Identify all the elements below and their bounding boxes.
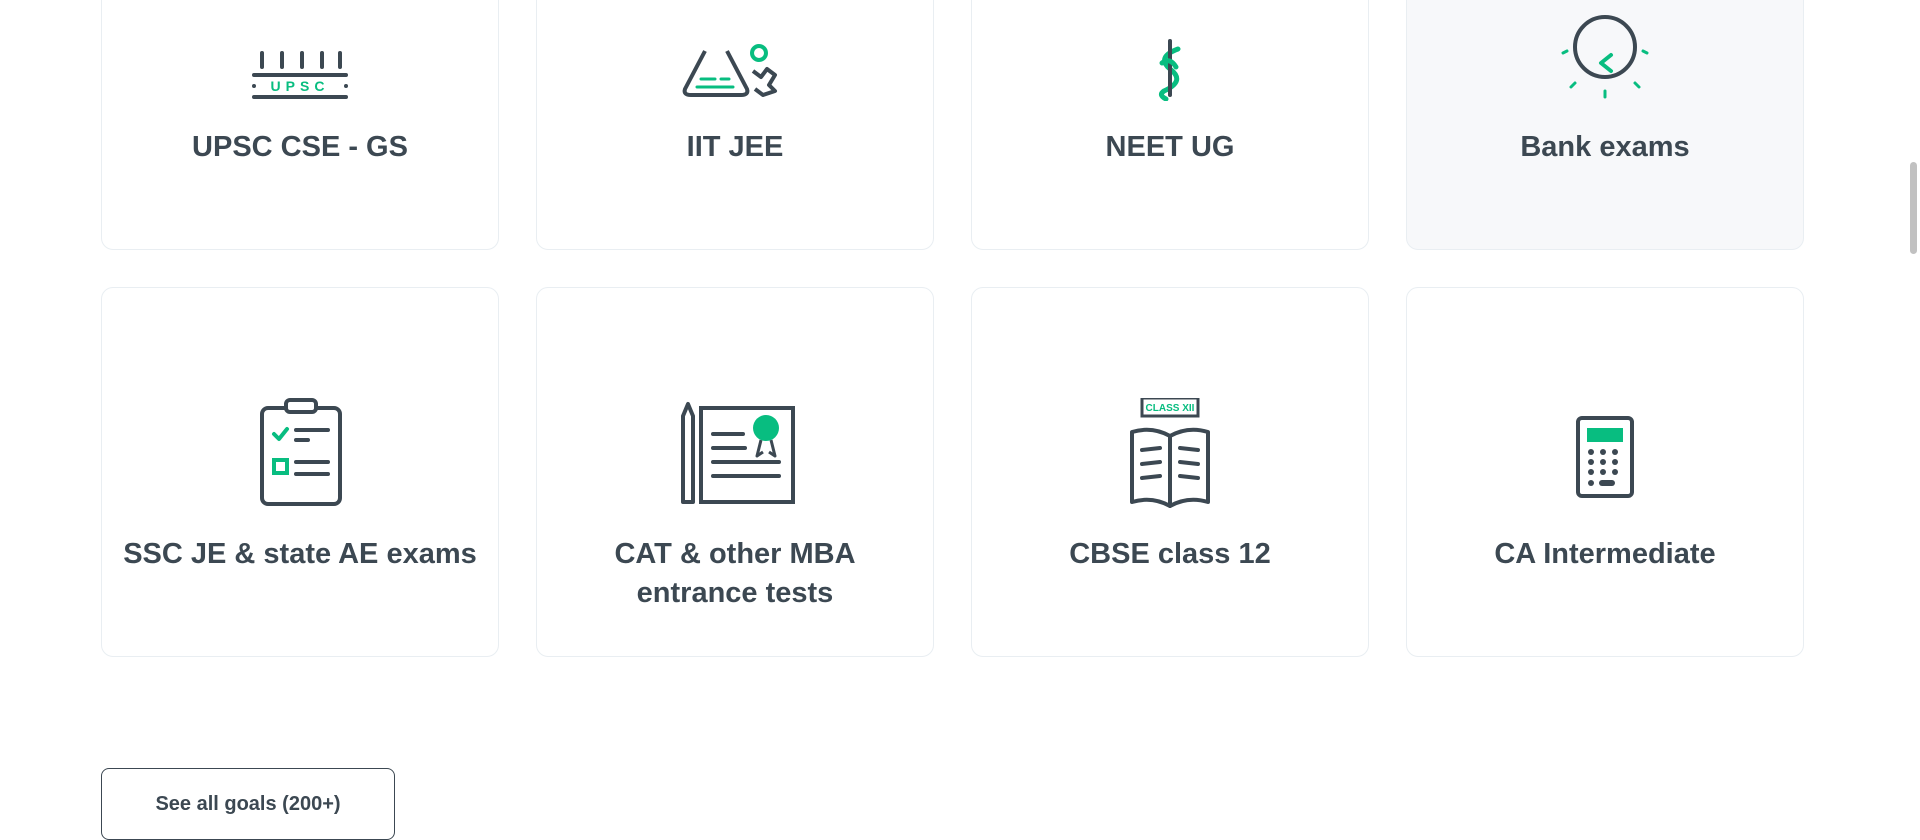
goal-label: CBSE class 12: [1069, 538, 1271, 570]
see-all-goals-button[interactable]: See all goals (200+): [101, 768, 395, 840]
upsc-pillars-icon: UPSC: [240, 0, 360, 101]
scrollbar-thumb[interactable]: [1910, 162, 1917, 254]
goal-card-upsc[interactable]: UPSC UPSC CSE - GS: [101, 0, 499, 250]
goal-label: NEET UG: [1105, 131, 1235, 163]
goal-card-bank-exams[interactable]: Bank exams: [1406, 0, 1804, 250]
goal-label: CAT & other MBA entrance tests: [614, 538, 856, 609]
goal-card-ssc-je[interactable]: SSC JE & state AE exams: [101, 287, 499, 657]
goal-card-cbse-12[interactable]: CLASS XII CBSE class 12: [971, 287, 1369, 657]
open-book-icon: CLASS XII: [1110, 398, 1230, 508]
goal-card-iit-jee[interactable]: IIT JEE: [536, 0, 934, 250]
goal-label: IIT JEE: [686, 131, 784, 163]
rupee-coin-icon: [1545, 0, 1665, 101]
goals-grid: UPSC UPSC CSE - GS IIT JEE NEET UG Bank …: [101, 0, 1805, 657]
page-scrollbar[interactable]: [1906, 0, 1920, 834]
certificate-icon: [675, 398, 795, 508]
goal-label: Bank exams: [1520, 131, 1690, 163]
svg-text:CLASS XII: CLASS XII: [1146, 403, 1195, 414]
goal-card-cat-mba[interactable]: CAT & other MBA entrance tests: [536, 287, 934, 657]
svg-text:UPSC: UPSC: [271, 78, 330, 94]
goal-label: UPSC CSE - GS: [192, 131, 408, 163]
goal-card-ca-intermediate[interactable]: CA Intermediate: [1406, 287, 1804, 657]
calculator-icon: [1545, 398, 1665, 508]
goal-label: SSC JE & state AE exams: [123, 538, 477, 570]
flask-gear-icon: [675, 0, 795, 101]
goal-card-neet-ug[interactable]: NEET UG: [971, 0, 1369, 250]
clipboard-checklist-icon: [240, 398, 360, 508]
caduceus-icon: [1110, 0, 1230, 101]
goal-label: CA Intermediate: [1494, 538, 1716, 570]
